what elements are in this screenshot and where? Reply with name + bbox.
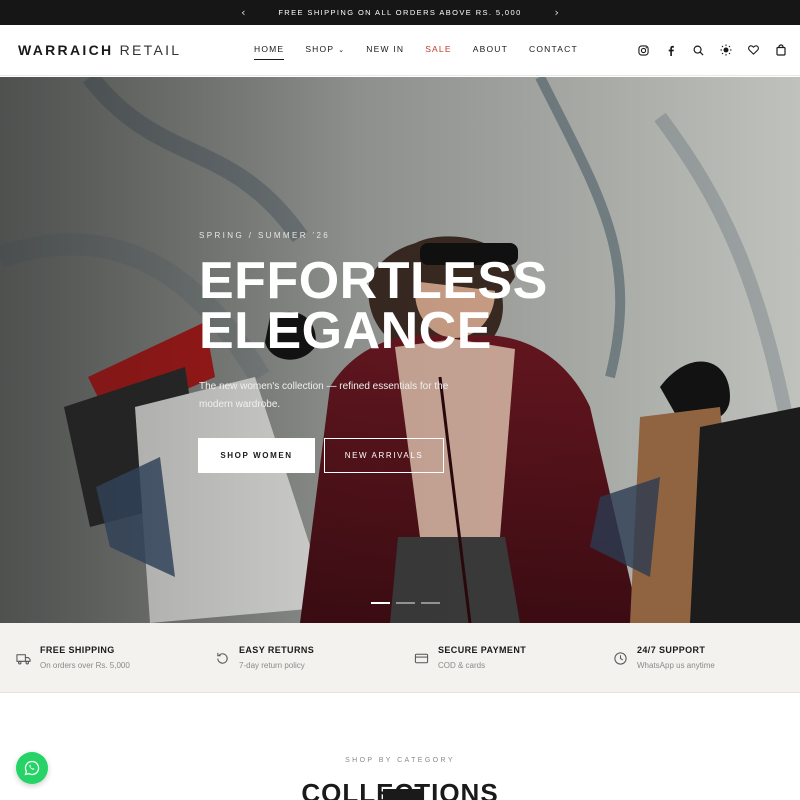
announcement-text: FREE SHIPPING ON ALL ORDERS ABOVE RS. 5,… [278,8,522,17]
nav-contact[interactable]: CONTACT [529,44,578,54]
feature-desc: COD & cards [438,661,486,670]
site-header: WARRAICH RETAIL HOME SHOP ⌄ NEW IN SALE A… [0,25,800,76]
logo-light: RETAIL [119,42,182,58]
feature-desc: 7-day return policy [239,661,305,670]
feature-desc: WhatsApp us anytime [637,661,715,670]
nav-shop-label: SHOP [305,44,335,54]
wishlist-heart-icon[interactable] [747,43,761,57]
logo[interactable]: WARRAICH RETAIL [18,42,181,58]
search-icon[interactable] [692,43,706,57]
chevron-down-icon: ⌄ [338,47,346,54]
hero-eyebrow: SPRING / SUMMER '26 [199,231,331,240]
new-arrivals-button[interactable]: NEW ARRIVALS [324,438,444,473]
nav-shop[interactable]: SHOP ⌄ [305,44,345,54]
clock-icon [613,651,628,666]
hero-headline: EFFORTLESS ELEGANCE [199,252,548,360]
announcement-bar: ‹ FREE SHIPPING ON ALL ORDERS ABOVE RS. … [0,0,800,25]
whatsapp-button[interactable] [16,752,48,784]
theme-sun-icon[interactable] [719,43,733,57]
hero-headline-line1: EFFORTLESS [199,252,548,310]
feature-title: 24/7 SUPPORT [637,645,706,655]
whatsapp-icon [24,760,40,776]
shop-women-button[interactable]: SHOP WOMEN [198,438,315,473]
title-underline-bar [383,789,423,800]
category-eyebrow: SHOP BY CATEGORY [345,757,455,764]
truck-icon [16,651,31,666]
features-strip: FREE SHIPPING On orders over Rs. 5,000 E… [0,623,800,693]
slider-dot-1[interactable] [371,602,390,604]
nav-sale[interactable]: SALE [425,44,452,54]
nav-new-in[interactable]: NEW IN [366,44,404,54]
feature-title: SECURE PAYMENT [438,645,527,655]
feature-desc: On orders over Rs. 5,000 [40,661,130,670]
card-icon [414,651,429,666]
hero-subtext: The new women's collection — refined ess… [199,381,449,410]
feature-title: EASY RETURNS [239,645,315,655]
facebook-icon[interactable] [664,43,678,57]
instagram-icon[interactable] [637,43,651,57]
chevron-right-icon[interactable]: › [546,6,568,19]
feature-title: FREE SHIPPING [40,645,115,655]
slider-dot-3[interactable] [421,602,440,604]
logo-bold: WARRAICH [18,42,114,58]
main-nav: HOME SHOP ⌄ NEW IN SALE ABOUT CONTACT [254,44,599,60]
header-icons [623,43,788,57]
hero-headline-line2: ELEGANCE [199,302,492,360]
slider-dots [371,602,440,604]
chevron-left-icon[interactable]: ‹ [232,6,254,19]
nav-about[interactable]: ABOUT [473,44,508,54]
cart-bag-icon[interactable] [774,43,788,57]
nav-home[interactable]: HOME [254,44,285,60]
slider-dot-2[interactable] [396,602,415,604]
returns-icon [215,651,230,666]
